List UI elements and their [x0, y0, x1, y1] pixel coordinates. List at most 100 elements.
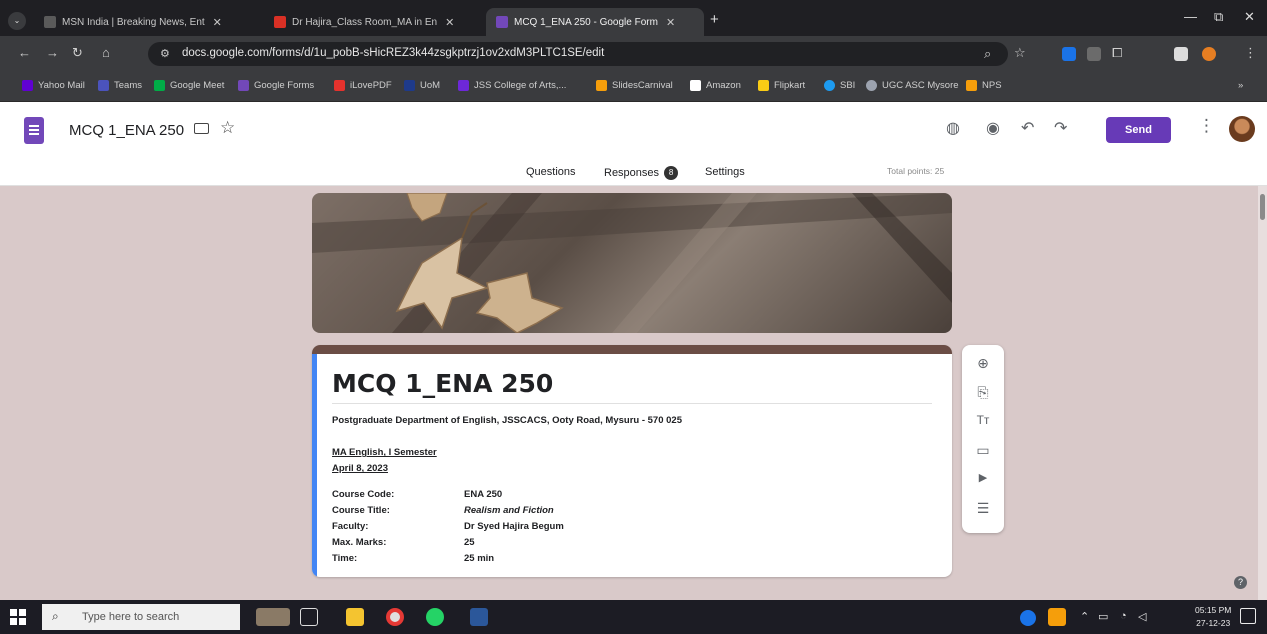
notifications-icon[interactable]: [1240, 608, 1256, 624]
tray-user-icon[interactable]: [1048, 608, 1066, 626]
extension-icon[interactable]: [1087, 47, 1101, 61]
add-image-icon[interactable]: ▭: [962, 442, 1004, 459]
minimize-icon[interactable]: —: [1184, 9, 1197, 24]
tab-settings[interactable]: Settings: [705, 166, 745, 178]
bookmarks-overflow-button[interactable]: »: [1238, 80, 1243, 91]
bookmark-ugc-asc[interactable]: UGC ASC Mysore: [866, 80, 959, 91]
reload-icon[interactable]: ↻: [72, 45, 83, 61]
extension-icon[interactable]: [1062, 47, 1076, 61]
browser-menu-icon[interactable]: ⋮: [1244, 45, 1257, 61]
document-title[interactable]: MCQ 1_ENA 250: [69, 122, 184, 139]
help-icon[interactable]: ?: [1234, 576, 1247, 589]
close-window-icon[interactable]: ✕: [1244, 9, 1255, 25]
bookmark-flipkart[interactable]: Flipkart: [758, 80, 805, 91]
page-scrollbar[interactable]: [1258, 186, 1267, 600]
undo-icon[interactable]: ↶: [1021, 118, 1034, 138]
floating-toolbar: ⊕ ⎘ Tт ▭ ▶ ☰: [962, 345, 1004, 533]
time-label: Time:: [332, 553, 358, 564]
msn-favicon-icon: [44, 16, 56, 28]
add-title-icon[interactable]: Tт: [962, 413, 1004, 427]
move-to-folder-icon[interactable]: [194, 123, 209, 134]
max-marks-value: 25: [464, 537, 475, 548]
bookmark-jss-college[interactable]: JSS College of Arts,...: [458, 80, 566, 91]
bookmark-slidescarnival[interactable]: SlidesCarnival: [596, 80, 673, 91]
redo-icon[interactable]: ↷: [1054, 118, 1067, 138]
bookmark-google-meet[interactable]: Google Meet: [154, 80, 224, 91]
site-info-icon[interactable]: ⚙: [160, 47, 170, 60]
close-tab-icon[interactable]: ✕: [445, 16, 454, 29]
tab-responses-label: Responses: [604, 166, 660, 179]
avatar[interactable]: [1229, 116, 1255, 142]
taskbar-search-input[interactable]: ⌕ Type here to search: [42, 604, 240, 630]
form-title[interactable]: MCQ 1_ENA 250: [332, 369, 553, 398]
show-hidden-icons-icon[interactable]: ⌃: [1080, 610, 1089, 623]
tab-title: MSN India | Breaking News, Ent: [62, 16, 205, 28]
extensions-puzzle-icon[interactable]: ⧠: [1112, 45, 1122, 61]
time-value: 25 min: [464, 553, 495, 564]
browser-toolbar: ← → ↻ ⌂ ⚙ docs.google.com/forms/d/1u_pob…: [0, 36, 1267, 72]
bookmark-sbi[interactable]: SBI: [824, 80, 855, 91]
close-tab-icon[interactable]: ✕: [666, 16, 675, 29]
tray-app-icon[interactable]: [1020, 610, 1036, 626]
more-options-icon[interactable]: ⋮: [1198, 116, 1215, 136]
whatsapp-icon[interactable]: [426, 608, 444, 626]
bookmark-uom[interactable]: UoM: [404, 80, 440, 91]
bookmark-label: SBI: [840, 80, 856, 91]
browser-tab-forms[interactable]: MCQ 1_ENA 250 - Google Form ✕: [486, 8, 704, 36]
bookmark-label: NPS: [982, 80, 1002, 91]
bookmark-yahoo-mail[interactable]: Yahoo Mail: [22, 80, 85, 91]
send-button[interactable]: Send: [1106, 117, 1171, 143]
volume-icon[interactable]: ◁: [1138, 610, 1146, 623]
browser-tab-msn[interactable]: MSN India | Breaking News, Ent ✕: [34, 8, 259, 36]
scrollbar-thumb[interactable]: [1260, 194, 1265, 220]
browser-tab-classroom[interactable]: Dr Hajira_Class Room_MA in En ✕: [264, 8, 484, 36]
forward-icon[interactable]: →: [46, 45, 59, 60]
google-forms-logo-icon[interactable]: [24, 117, 44, 144]
restore-icon[interactable]: ⧉: [1214, 9, 1223, 25]
bookmark-nps[interactable]: NPS: [966, 80, 1002, 91]
sbi-icon: [824, 80, 835, 91]
tab-search-button[interactable]: ⌄: [8, 12, 26, 30]
search-placeholder: Type here to search: [82, 611, 180, 623]
bookmark-label: Teams: [114, 80, 142, 91]
preview-eye-icon[interactable]: ◉: [986, 118, 1000, 138]
url-text: docs.google.com/forms/d/1u_pobB-sHicREZ3…: [182, 47, 605, 59]
wifi-icon[interactable]: ◔: [1120, 610, 1127, 622]
address-bar[interactable]: ⚙ docs.google.com/forms/d/1u_pobB-sHicRE…: [148, 42, 1008, 66]
forms-icon: [238, 80, 249, 91]
windows-start-icon[interactable]: [10, 609, 26, 625]
form-description-card[interactable]: MCQ 1_ENA 250 Postgraduate Department of…: [312, 345, 952, 577]
back-icon[interactable]: ←: [18, 45, 31, 60]
add-section-icon[interactable]: ☰: [962, 500, 1004, 517]
bookmark-ilovepdf[interactable]: iLovePDF: [334, 80, 392, 91]
zoom-icon[interactable]: ⌕: [984, 46, 991, 62]
task-view-icon[interactable]: [300, 608, 318, 626]
new-tab-button[interactable]: +: [710, 11, 719, 28]
profile-icon[interactable]: [1202, 47, 1216, 61]
bookmark-star-icon[interactable]: ☆: [1014, 45, 1026, 61]
file-explorer-icon[interactable]: [346, 608, 364, 626]
network-icon[interactable]: ▭: [1098, 610, 1108, 623]
customize-theme-icon[interactable]: ◍: [946, 118, 960, 138]
chrome-icon[interactable]: [386, 608, 404, 626]
word-icon[interactable]: [470, 608, 488, 626]
add-video-icon[interactable]: ▶: [962, 471, 1004, 484]
system-clock[interactable]: 05:15 PM 27-12-23: [1195, 604, 1231, 630]
add-question-icon[interactable]: ⊕: [962, 355, 1004, 372]
bookmark-google-forms[interactable]: Google Forms: [238, 80, 314, 91]
faculty-label: Faculty:: [332, 521, 369, 532]
close-tab-icon[interactable]: ✕: [213, 16, 222, 29]
news-widget-icon[interactable]: [256, 608, 290, 626]
total-points-label: Total points: 25: [887, 166, 945, 176]
course-title-label: Course Title:: [332, 505, 390, 516]
tab-responses[interactable]: Responses 8: [604, 166, 679, 180]
star-icon[interactable]: ☆: [220, 118, 235, 138]
bookmark-teams[interactable]: Teams: [98, 80, 142, 91]
bookmark-amazon[interactable]: Amazon: [690, 80, 741, 91]
home-icon[interactable]: ⌂: [102, 45, 110, 60]
tab-questions[interactable]: Questions: [526, 166, 576, 178]
form-header-image[interactable]: [312, 193, 952, 333]
bookmark-label: SlidesCarnival: [612, 80, 673, 91]
side-panel-icon[interactable]: [1174, 47, 1188, 61]
import-questions-icon[interactable]: ⎘: [962, 384, 1004, 401]
